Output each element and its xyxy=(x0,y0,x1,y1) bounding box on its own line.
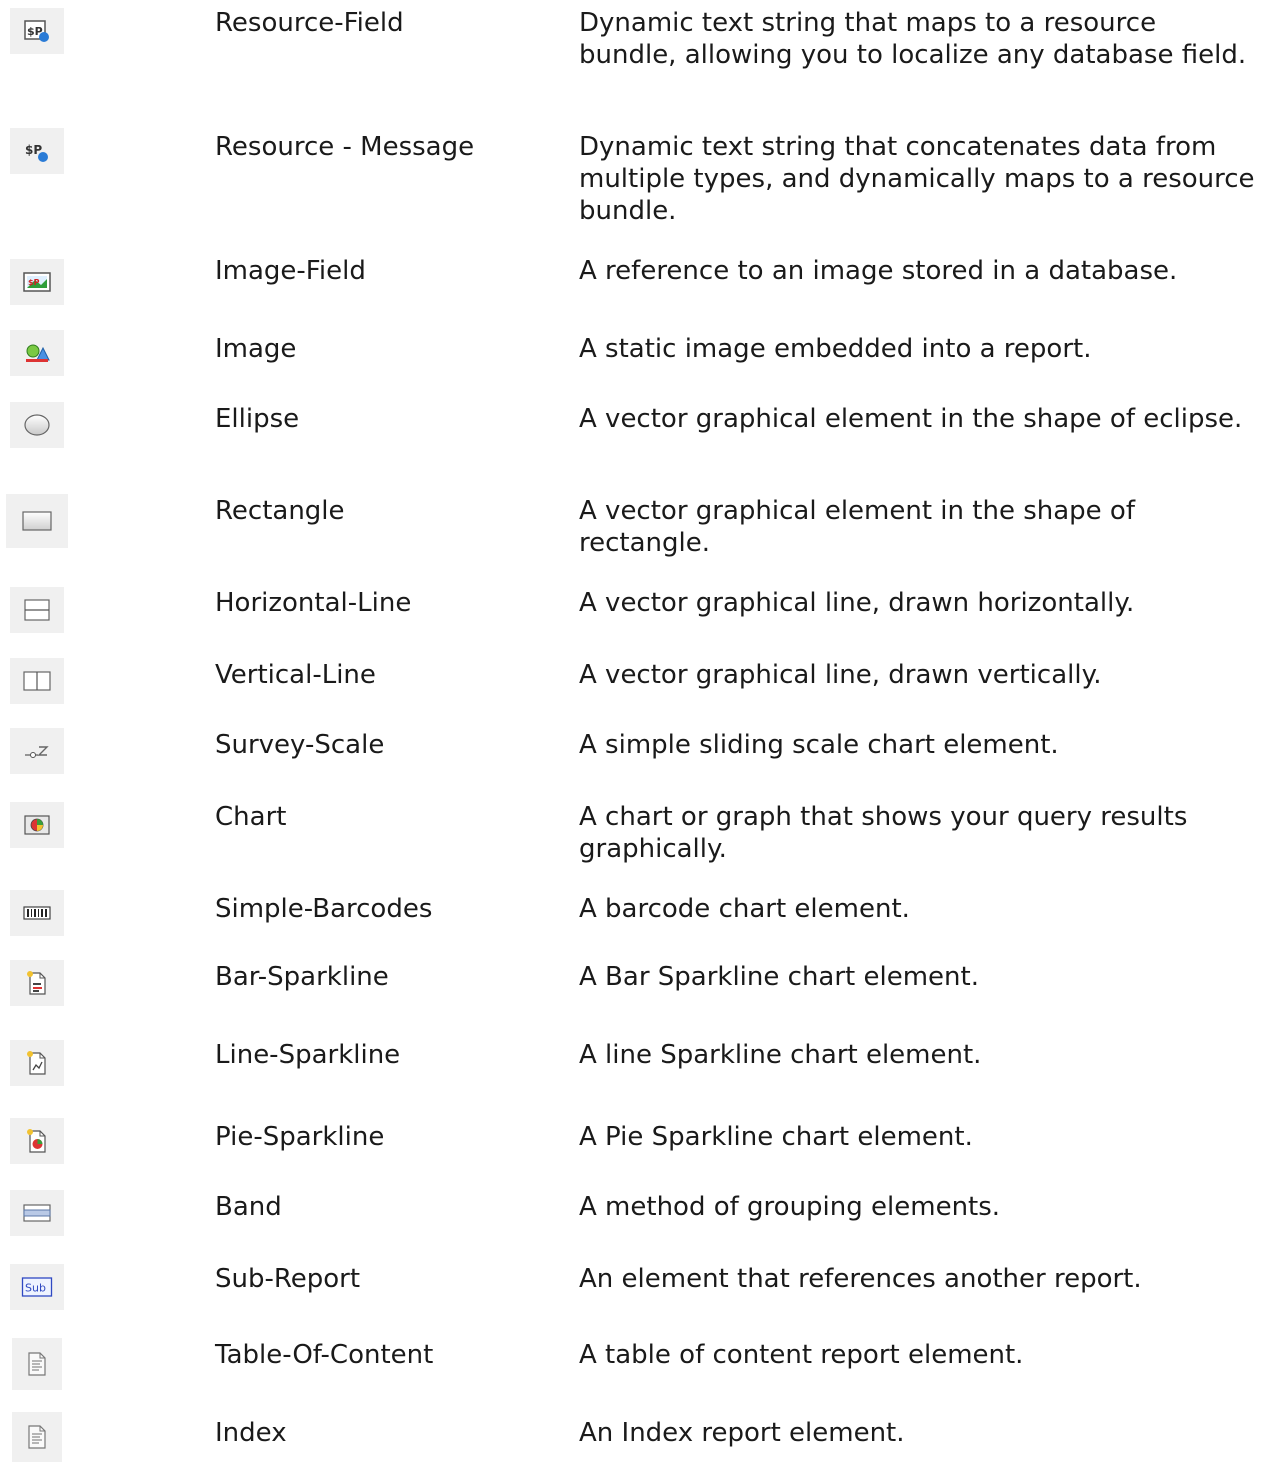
element-description: A method of grouping elements. xyxy=(579,1192,1001,1222)
sub-report-icon-label: Sub xyxy=(25,1282,46,1295)
element-name: Vertical-Line xyxy=(215,660,376,690)
element-name: Bar-Sparkline xyxy=(215,962,389,992)
element-name: Pie-Sparkline xyxy=(215,1122,385,1152)
element-name: Chart xyxy=(215,802,287,832)
vertical-line-icon xyxy=(10,658,64,704)
table-of-content-icon xyxy=(12,1338,62,1390)
element-name: Resource-Field xyxy=(215,8,404,38)
image-field-icon: $P xyxy=(10,259,64,305)
element-name: Rectangle xyxy=(215,496,345,526)
element-description: A simple sliding scale chart element. xyxy=(579,730,1059,760)
element-description: A vector graphical element in the shape … xyxy=(579,404,1243,434)
element-name: Band xyxy=(215,1192,282,1222)
element-name: Image xyxy=(215,334,297,364)
chart-icon xyxy=(10,802,64,848)
element-name: Horizontal-Line xyxy=(215,588,412,618)
element-description: A vector graphical line, drawn verticall… xyxy=(579,660,1102,690)
index-icon xyxy=(12,1412,62,1462)
element-name: Simple-Barcodes xyxy=(215,894,433,924)
element-description: An Index report element. xyxy=(579,1418,905,1448)
element-name: Index xyxy=(215,1418,287,1448)
element-description: A Pie Sparkline chart element. xyxy=(579,1122,973,1152)
element-description: A chart or graph that shows your query r… xyxy=(579,802,1188,864)
element-description: A table of content report element. xyxy=(579,1340,1024,1370)
element-description: A reference to an image stored in a data… xyxy=(579,256,1178,286)
element-name: Image-Field xyxy=(215,256,366,286)
element-description: A barcode chart element. xyxy=(579,894,910,924)
element-description: A static image embedded into a report. xyxy=(579,334,1092,364)
sub-report-icon: Sub xyxy=(10,1264,64,1310)
horizontal-line-icon xyxy=(10,587,64,633)
element-name: Table-Of-Content xyxy=(215,1340,434,1370)
element-name: Sub-Report xyxy=(215,1264,361,1294)
resource-field-icon: $P xyxy=(10,8,64,54)
element-description: A vector graphical line, drawn horizonta… xyxy=(579,588,1135,618)
survey-scale-icon xyxy=(10,728,64,774)
element-description: A line Sparkline chart element. xyxy=(579,1040,982,1070)
element-name: Survey-Scale xyxy=(215,730,385,760)
element-name: Ellipse xyxy=(215,404,300,434)
element-description: A Bar Sparkline chart element. xyxy=(579,962,979,992)
element-description: Dynamic text string that concatenates da… xyxy=(579,132,1255,226)
rectangle-icon xyxy=(6,494,68,548)
resource-message-icon: $P xyxy=(10,128,64,174)
element-name: Resource - Message xyxy=(215,132,475,162)
element-description: A vector graphical element in the shape … xyxy=(579,496,1135,558)
pie-sparkline-icon xyxy=(10,1118,64,1164)
barcode-icon xyxy=(10,890,64,936)
element-name: Line-Sparkline xyxy=(215,1040,401,1070)
bar-sparkline-icon xyxy=(10,960,64,1006)
element-description: Dynamic text string that maps to a resou… xyxy=(579,8,1247,70)
image-icon xyxy=(10,330,64,376)
element-description: An element that references another repor… xyxy=(579,1264,1142,1294)
line-sparkline-icon xyxy=(10,1040,64,1086)
band-icon xyxy=(10,1190,64,1236)
ellipse-icon xyxy=(10,402,64,448)
svg-text:$P: $P xyxy=(28,278,40,287)
